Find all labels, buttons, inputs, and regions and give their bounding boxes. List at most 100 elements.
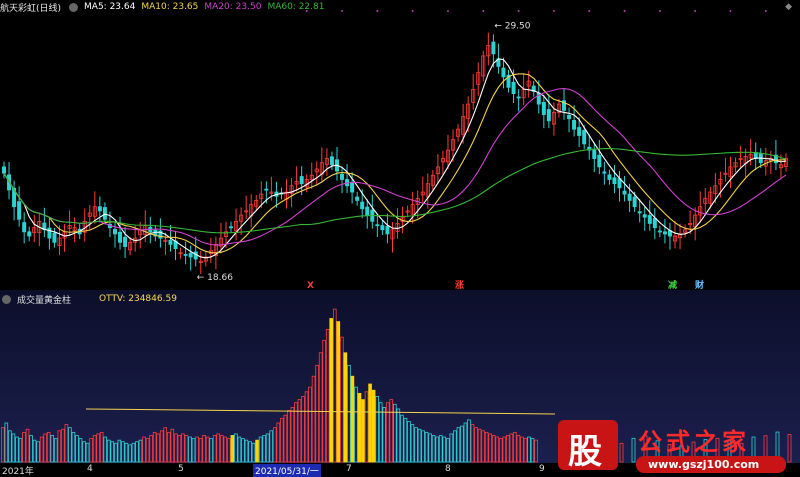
- x-tick: 2021年: [2, 467, 34, 477]
- candle-body: [22, 222, 27, 233]
- volume-bar: [502, 436, 507, 463]
- candle-body: [123, 236, 128, 247]
- candle-body: [637, 211, 642, 214]
- candle-body: [27, 231, 32, 237]
- candle-body: [602, 171, 607, 174]
- volume-bar: [131, 442, 136, 463]
- indicator-settings-icon[interactable]: [2, 294, 11, 304]
- volume-bar: [513, 431, 517, 463]
- volume-bar: [106, 439, 111, 463]
- volume-bar: [477, 428, 482, 463]
- volume-bar: [18, 438, 23, 463]
- gold-volume-bar: [230, 435, 235, 463]
- volume-bar: [22, 431, 26, 463]
- stock-name: 航天彩虹(日线): [0, 3, 62, 14]
- candle-body: [47, 227, 52, 239]
- volume-bar: [262, 435, 266, 463]
- volume-bar: [68, 427, 72, 463]
- top-marker-dot: [764, 10, 767, 12]
- candle-body: [652, 218, 657, 229]
- volume-bar: [85, 442, 90, 463]
- volume-bar: [248, 441, 252, 463]
- event-marker: 财: [694, 279, 704, 290]
- candlestick-chart[interactable]: ← 29.50 ← 18.66 X 涨 减 财: [0, 0, 800, 290]
- volume-bar: [251, 442, 256, 463]
- volume-bar: [191, 438, 196, 463]
- volume-bar: [474, 427, 478, 463]
- top-marker-dot: [658, 10, 661, 12]
- x-tick: 7: [346, 464, 352, 474]
- candle-body: [329, 156, 334, 166]
- volume-bar: [456, 427, 461, 463]
- volume-bar: [170, 428, 175, 463]
- x-tick: 4: [87, 464, 93, 474]
- volume-bar: [375, 396, 379, 463]
- volume-bar: [506, 435, 510, 463]
- candle-body: [627, 193, 632, 201]
- candle-body: [168, 239, 173, 245]
- volume-bar: [181, 433, 185, 463]
- settings-icon[interactable]: [69, 2, 79, 12]
- volume-bar: [0, 427, 5, 463]
- volume-bar: [414, 427, 418, 463]
- volume-bar: [520, 436, 524, 463]
- volume-bar: [46, 431, 51, 463]
- candle-body: [17, 201, 22, 220]
- top-marker-dot: [729, 10, 732, 12]
- volume-bar: [332, 308, 337, 463]
- ma20-label: MA20: 23.50: [204, 2, 262, 12]
- volume-bar: [43, 433, 47, 463]
- gold-volume-bar: [336, 321, 341, 463]
- volume-bar: [481, 430, 485, 463]
- volume-bar: [467, 419, 471, 463]
- ma10-line: [3, 73, 787, 254]
- volume-bar: [279, 417, 284, 463]
- logo-url: www.gszj100.com: [648, 458, 760, 471]
- volume-bar: [124, 442, 129, 463]
- candle-body: [541, 101, 546, 115]
- volume-bar: [149, 435, 153, 463]
- collapse-icon[interactable]: ◆: [785, 2, 792, 12]
- volume-bar: [354, 386, 358, 463]
- volume-bar: [318, 352, 323, 463]
- volume-bar: [216, 433, 221, 463]
- candle-body: [118, 231, 123, 243]
- volume-bar: [152, 431, 157, 463]
- volume-bar: [198, 438, 203, 463]
- volume-bar: [269, 430, 274, 463]
- volume-bar: [407, 421, 411, 463]
- volume-bar: [163, 427, 168, 463]
- volume-bar: [219, 435, 224, 463]
- volume-bar: [241, 438, 245, 463]
- candle-body: [385, 225, 390, 235]
- volume-bar: [498, 438, 503, 463]
- volume-bar: [71, 431, 76, 463]
- volume-bar: [311, 375, 316, 463]
- volume-bar: [92, 435, 97, 463]
- volume-bar: [272, 427, 277, 463]
- logo-url-pill: www.gszj100.com: [636, 456, 786, 473]
- volume-bar: [145, 438, 150, 463]
- volume-bar: [438, 435, 443, 463]
- candle-body: [642, 214, 647, 218]
- candle-body: [597, 154, 602, 168]
- candle-body: [516, 96, 521, 99]
- volume-bar: [205, 436, 210, 463]
- price-panel[interactable]: ← 29.50 ← 18.66 X 涨 减 财 航天彩虹(日线) MA5: 23.64 M…: [0, 0, 800, 290]
- volume-bar: [53, 438, 58, 463]
- candle-body: [375, 224, 380, 227]
- volume-bar: [223, 436, 228, 463]
- volume-bar: [265, 433, 270, 463]
- volume-bar: [209, 438, 213, 463]
- volume-bar: [484, 431, 489, 463]
- volume-bar: [297, 399, 302, 463]
- candle-body: [2, 166, 7, 174]
- volume-bar: [258, 436, 263, 463]
- volume-bar: [470, 424, 475, 463]
- volume-bar: [403, 417, 408, 463]
- x-tick: 9: [539, 464, 545, 474]
- volume-bar: [304, 391, 309, 463]
- volume-bar: [428, 433, 432, 463]
- volume-bar: [8, 430, 12, 463]
- candle-body: [299, 176, 304, 185]
